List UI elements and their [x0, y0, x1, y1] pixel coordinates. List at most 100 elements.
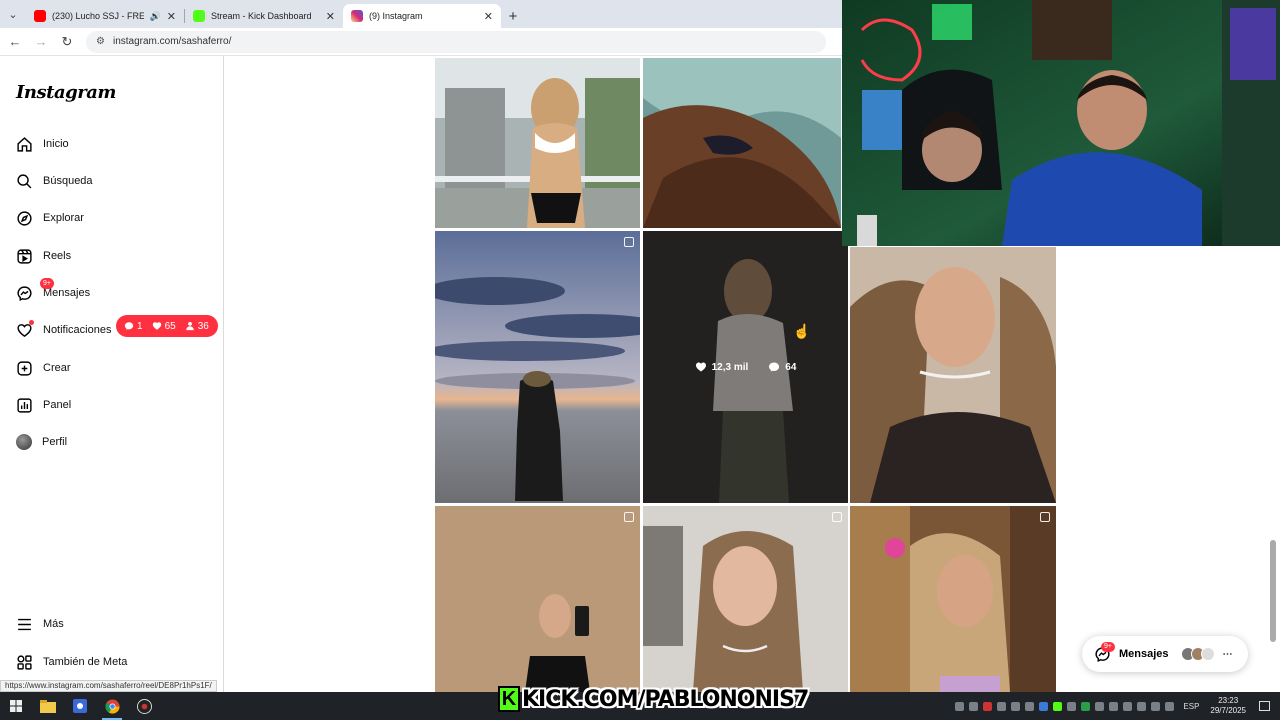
- search-icon: [17, 173, 32, 188]
- chrome-icon[interactable]: [96, 692, 128, 720]
- windows-start-icon[interactable]: [0, 692, 32, 720]
- sidebar-item-perfil[interactable]: Perfil: [16, 430, 67, 454]
- sidebar-item-mas[interactable]: Más: [16, 612, 64, 636]
- compass-icon: [17, 210, 32, 226]
- forward-arrow-icon[interactable]: →: [34, 34, 48, 49]
- post-thumbnail[interactable]: [643, 506, 848, 692]
- notification-center-icon[interactable]: [1259, 701, 1270, 711]
- sidebar-item-label: También de Meta: [43, 656, 128, 668]
- post-image: [435, 231, 640, 503]
- post-thumbnail[interactable]: [850, 506, 1056, 692]
- sidebar-item-label: Crear: [43, 362, 71, 374]
- post-thumbnail[interactable]: [435, 231, 640, 503]
- sidebar-item-label: Notificaciones: [43, 324, 112, 336]
- tray-icon[interactable]: [1011, 701, 1021, 711]
- tab-title: Stream - Kick Dashboard: [211, 11, 312, 21]
- tray-icon[interactable]: [1067, 701, 1077, 711]
- post-thumbnail[interactable]: [850, 247, 1056, 503]
- obs-icon[interactable]: [128, 692, 160, 720]
- instagram-logo[interactable]: Instagram: [16, 82, 116, 103]
- file-explorer-icon[interactable]: [32, 692, 64, 720]
- sidebar-item-reels[interactable]: Reels: [16, 244, 71, 268]
- tab-search-button[interactable]: ⌄: [0, 0, 26, 28]
- clock[interactable]: 23:23 29/7/2025: [1210, 696, 1246, 716]
- instagram-icon: [351, 10, 363, 22]
- sidebar-item-inicio[interactable]: Inicio: [16, 132, 69, 156]
- tab-close-icon[interactable]: ✕: [167, 10, 176, 23]
- kick-channel-text: KICK.COM/PABLONONIS7: [522, 686, 809, 712]
- messages-label: Mensajes: [1119, 648, 1169, 660]
- post-image: [435, 506, 640, 692]
- sidebar-item-notificaciones[interactable]: Notificaciones: [16, 318, 111, 342]
- page-scrollbar[interactable]: [1270, 540, 1276, 642]
- reload-icon[interactable]: ↻: [60, 34, 74, 50]
- back-arrow-icon[interactable]: ←: [8, 34, 22, 49]
- bluetooth-icon[interactable]: [1039, 701, 1049, 711]
- post-thumbnail-hovered[interactable]: 12,3 mil 64 ☝: [643, 231, 848, 503]
- tray-icon[interactable]: [983, 701, 993, 711]
- tray-icon[interactable]: [1053, 701, 1063, 711]
- language-indicator[interactable]: ESP: [1183, 702, 1199, 711]
- sidebar-item-busqueda[interactable]: Búsqueda: [16, 169, 93, 193]
- post-thumbnail[interactable]: [435, 58, 640, 228]
- chart-icon: [17, 397, 32, 413]
- tab-close-icon[interactable]: ✕: [326, 10, 335, 23]
- likes-stat: 12,3 mil: [695, 361, 748, 373]
- carousel-icon: [624, 237, 634, 247]
- post-image: [850, 506, 1056, 692]
- streamer-webcam: [842, 0, 1280, 246]
- avatar: [16, 434, 32, 450]
- post-image: [643, 58, 841, 228]
- sidebar-item-tambien-de-meta[interactable]: También de Meta: [16, 650, 127, 674]
- avatar: [1200, 647, 1215, 661]
- post-thumbnail[interactable]: [643, 58, 841, 228]
- sidebar-item-mensajes[interactable]: 9+ Mensajes: [16, 278, 91, 305]
- url-text: instagram.com/sashaferro/: [112, 36, 232, 47]
- messages-floating-button[interactable]: 9+ Mensajes ⋯: [1082, 636, 1248, 672]
- site-info-icon[interactable]: ⚙: [96, 36, 105, 47]
- tray-icon[interactable]: [1123, 701, 1133, 711]
- tab-kick-dashboard[interactable]: Stream - Kick Dashboard ✕: [185, 4, 343, 28]
- sidebar-item-explorar[interactable]: Explorar: [16, 206, 84, 230]
- heart-icon: [152, 322, 161, 330]
- tab-instagram[interactable]: (9) Instagram ✕: [343, 4, 501, 28]
- tray-icon[interactable]: [1109, 701, 1119, 711]
- new-tab-button[interactable]: +: [501, 4, 525, 28]
- tray-icon[interactable]: [1025, 701, 1035, 711]
- meta-icon: [17, 654, 32, 670]
- tray-icon[interactable]: [997, 701, 1007, 711]
- tray-icon[interactable]: [1151, 701, 1161, 711]
- tab-close-icon[interactable]: ✕: [484, 10, 493, 23]
- browser-tab-bar: ⌄ (230) Lucho SSJ - FREESTYLE 🔊 ✕ Stream…: [0, 0, 842, 28]
- messenger-icon: [17, 285, 32, 301]
- tray-icon[interactable]: [1081, 701, 1091, 711]
- more-icon[interactable]: ⋯: [1223, 649, 1233, 660]
- instagram-sidebar: Instagram Inicio Búsqueda Explorar Reels…: [0, 56, 224, 692]
- comments-count: 1: [124, 321, 143, 332]
- person-icon: [185, 322, 194, 331]
- tab-title: (9) Instagram: [369, 11, 423, 21]
- reels-icon: [17, 248, 32, 264]
- app-icon[interactable]: [64, 692, 96, 720]
- notification-summary-pill[interactable]: 1 65 36: [116, 315, 218, 337]
- sidebar-item-label: Perfil: [42, 436, 68, 448]
- steam-icon[interactable]: [955, 701, 965, 711]
- tab-title: (230) Lucho SSJ - FREESTYLE: [52, 11, 144, 21]
- tray-icon[interactable]: [969, 701, 979, 711]
- sidebar-item-label: Reels: [43, 250, 72, 262]
- network-icon[interactable]: [1137, 701, 1147, 711]
- post-thumbnail[interactable]: [435, 506, 640, 692]
- sidebar-item-label: Mensajes: [43, 287, 91, 299]
- browser-toolbar: ← → ↻ ⚙ instagram.com/sashaferro/: [0, 28, 842, 56]
- microphone-icon[interactable]: [1095, 701, 1105, 711]
- hand-cursor-icon: ☝: [793, 323, 811, 339]
- tab-youtube[interactable]: (230) Lucho SSJ - FREESTYLE 🔊 ✕: [26, 4, 184, 28]
- address-bar[interactable]: ⚙ instagram.com/sashaferro/: [86, 30, 826, 53]
- volume-icon[interactable]: [1165, 701, 1175, 711]
- notification-dot: [29, 320, 34, 325]
- speaker-icon[interactable]: 🔊: [150, 11, 161, 22]
- sidebar-item-panel[interactable]: Panel: [16, 393, 71, 417]
- carousel-icon: [624, 512, 634, 522]
- comments-stat: 64: [768, 361, 796, 373]
- sidebar-item-crear[interactable]: Crear: [16, 356, 71, 380]
